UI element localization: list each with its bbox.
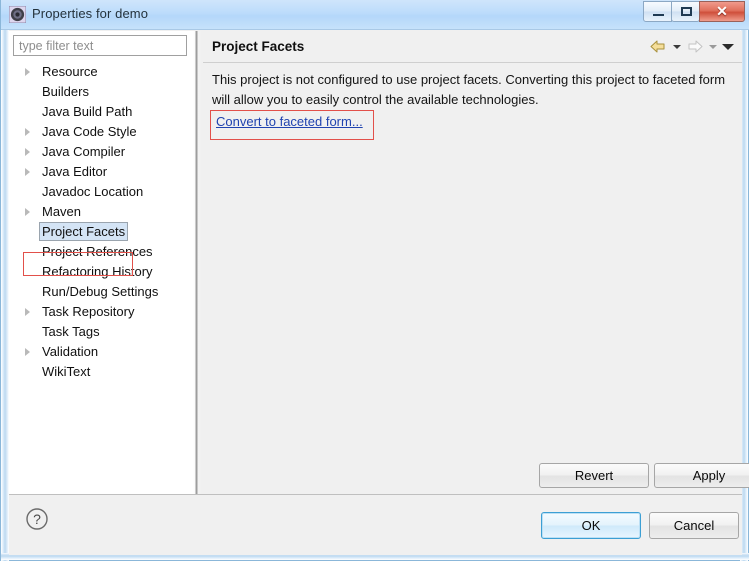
expand-arrow-icon[interactable] (25, 148, 30, 156)
tree-item-label: Refactoring History (42, 264, 153, 279)
tree-item-java-editor[interactable]: Java Editor (9, 162, 193, 182)
tree-item-validation[interactable]: Validation (9, 342, 193, 362)
dialog-window: Properties for demo ✕ ResourceBuild (0, 0, 749, 561)
properties-dialog-screenshot: Properties for demo ✕ ResourceBuild (0, 0, 749, 561)
close-icon: ✕ (716, 3, 728, 19)
dialog-body: Resource Builders Java Build Path Java Code… (9, 31, 749, 494)
chevron-down-icon (673, 45, 681, 49)
revert-button[interactable]: Revert (539, 463, 649, 488)
close-button[interactable]: ✕ (699, 1, 745, 22)
tree-item-task-repository[interactable]: Task Repository (9, 302, 193, 322)
tree-item-label: Project Facets (39, 222, 129, 241)
help-question-icon[interactable]: ? (25, 507, 49, 531)
navigation-toolbar (649, 38, 734, 55)
title-bar: Properties for demo ✕ (1, 0, 749, 30)
tree-item-label: Maven (42, 204, 82, 219)
tree-item-resource[interactable]: Resource (9, 62, 193, 82)
tree-item-javadoc-location[interactable]: Javadoc Location (9, 182, 193, 202)
expand-arrow-icon[interactable] (25, 308, 30, 316)
tree-item-run-debug-settings[interactable]: Run/Debug Settings (9, 282, 193, 302)
expand-arrow-icon[interactable] (25, 348, 30, 356)
expand-arrow-icon[interactable] (25, 168, 30, 176)
window-title: Properties for demo (32, 6, 149, 21)
tree-item-label: Java Compiler (42, 144, 126, 159)
tree-item-java-build-path[interactable]: Java Build Path (9, 102, 193, 122)
tree-item-refactoring-history[interactable]: Refactoring History (9, 262, 193, 282)
tree-item-label: Java Editor (42, 164, 108, 179)
expand-arrow-icon[interactable] (25, 208, 30, 216)
back-arrow-icon (650, 40, 665, 53)
header-separator (203, 62, 742, 63)
maximize-button[interactable] (671, 1, 700, 22)
tree-item-label: Resource (42, 64, 98, 79)
chevron-down-icon (722, 44, 734, 50)
settings-tree-panel: Resource Builders Java Build Path Java Code… (9, 31, 193, 494)
forward-history-menu (706, 38, 719, 55)
apply-button[interactable]: Apply (654, 463, 749, 488)
content-panel: Project Facets This project is not confi… (202, 31, 749, 494)
tree-item-label: Java Code Style (42, 124, 137, 139)
back-button[interactable] (649, 38, 668, 55)
tree-item-project-references[interactable]: Project References (9, 242, 193, 262)
filter-input[interactable] (13, 35, 187, 56)
tree-item-task-tags[interactable]: Task Tags (9, 322, 193, 342)
tree-item-label: Task Tags (42, 324, 100, 339)
minimize-icon (653, 14, 664, 16)
tree-item-label: Project References (42, 244, 153, 259)
window-controls: ✕ (643, 1, 745, 23)
forward-arrow-icon (688, 40, 703, 53)
minimize-button[interactable] (643, 1, 672, 22)
back-history-menu[interactable] (670, 38, 683, 55)
convert-link-wrapper: Convert to faceted form... (210, 110, 374, 140)
settings-tree: Resource Builders Java Build Path Java Code… (9, 62, 193, 382)
tree-item-builders[interactable]: Builders (9, 82, 193, 102)
tree-item-label: Run/Debug Settings (42, 284, 159, 299)
tree-item-label: Validation (42, 344, 99, 359)
panel-divider[interactable] (193, 31, 202, 494)
content-header: Project Facets (202, 31, 742, 63)
ok-button[interactable]: OK (541, 512, 641, 539)
page-title: Project Facets (212, 39, 305, 54)
expand-arrow-icon[interactable] (25, 68, 30, 76)
facets-description: This project is not configured to use pr… (212, 72, 726, 107)
tree-item-java-code-style[interactable]: Java Code Style (9, 122, 193, 142)
convert-to-faceted-form-link[interactable]: Convert to faceted form... (210, 110, 369, 134)
dialog-footer: ? OK Cancel (9, 494, 742, 555)
tree-item-java-compiler[interactable]: Java Compiler (9, 142, 193, 162)
view-menu-button[interactable] (721, 38, 734, 55)
eclipse-properties-icon (9, 6, 26, 23)
tree-item-label: Javadoc Location (42, 184, 144, 199)
window-border-left (1, 30, 9, 561)
cancel-button[interactable]: Cancel (649, 512, 739, 539)
svg-text:?: ? (33, 511, 41, 527)
tree-item-label: Builders (42, 84, 89, 99)
tree-item-project-facets[interactable]: Project Facets (9, 222, 193, 242)
forward-button (685, 38, 704, 55)
tree-item-label: WikiText (42, 364, 91, 379)
tree-item-label: Java Build Path (42, 104, 133, 119)
tree-item-wikitext[interactable]: WikiText (9, 362, 193, 382)
tree-item-maven[interactable]: Maven (9, 202, 193, 222)
chevron-down-icon (709, 45, 717, 49)
expand-arrow-icon[interactable] (25, 128, 30, 136)
tree-item-label: Task Repository (42, 304, 135, 319)
maximize-icon (681, 7, 692, 16)
